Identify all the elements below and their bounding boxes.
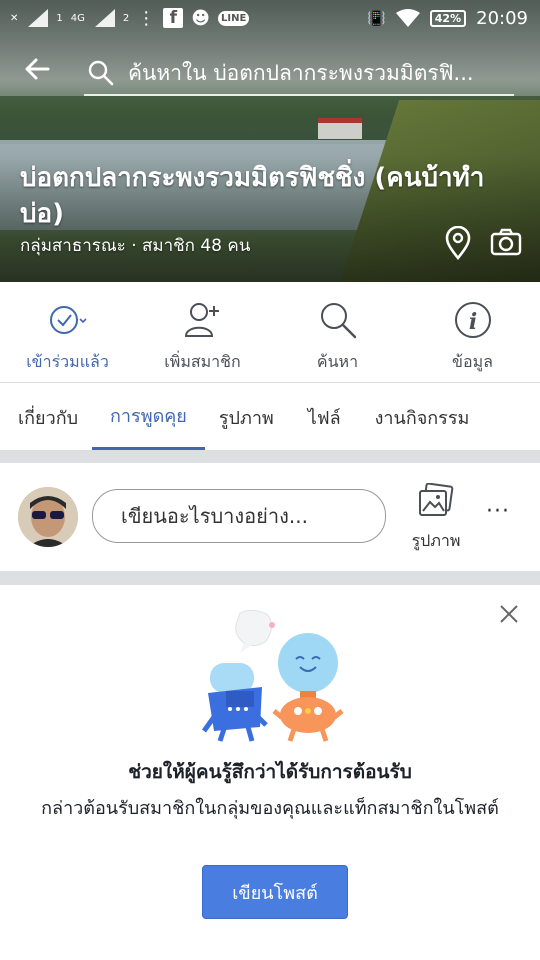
composer-placeholder: เขียนอะไรบางอย่าง... xyxy=(121,504,308,528)
joined-button[interactable]: เข้าร่วมแล้ว xyxy=(0,282,135,382)
avatar[interactable] xyxy=(18,487,78,547)
tab-discussion[interactable]: การพูดคุย xyxy=(92,384,205,450)
info-icon: i xyxy=(454,302,491,338)
search-group-button[interactable]: ค้นหา xyxy=(270,282,405,382)
vibrate-icon: 📳 xyxy=(367,9,386,27)
composer-input[interactable]: เขียนอะไรบางอย่าง... xyxy=(92,489,386,543)
battery-icon: 42% xyxy=(429,9,467,27)
search-icon xyxy=(320,303,356,339)
add-member-label: เพิ่มสมาชิก xyxy=(164,352,241,371)
no-data-icon: ✕ xyxy=(10,12,19,24)
add-member-icon xyxy=(184,303,219,337)
group-action-bar: เข้าร่วมแล้ว เพิ่มสมาชิก ค้นหา i ข้อมูล xyxy=(0,282,540,383)
write-post-button[interactable]: เขียนโพสต์ xyxy=(202,865,348,919)
top-bar: ค้นหาใน บ่อตกปลากระพงรวมมิตรฟิ... xyxy=(0,40,540,104)
location-pin-icon xyxy=(445,225,471,261)
frog-icon: ☻ xyxy=(191,7,211,29)
photo-button[interactable]: รูปภาพ xyxy=(404,482,468,554)
welcome-card-description: กล่าวต้อนรับสมาชิกในกลุ่มของคุณและแท็กสม… xyxy=(41,798,499,819)
info-button[interactable]: i ข้อมูล xyxy=(405,282,540,382)
edit-cover-button[interactable] xyxy=(490,228,522,260)
signal-icon-2 xyxy=(93,9,115,27)
clock: 20:09 xyxy=(476,7,528,29)
back-button[interactable] xyxy=(22,54,62,90)
close-card-button[interactable] xyxy=(498,603,520,629)
photo-icon xyxy=(419,482,454,516)
search-icon xyxy=(88,60,114,86)
photo-label: รูปภาพ xyxy=(411,531,461,550)
status-bar: ✕ 1 4G 2 ⋮ f ☻ LINE 📳 42% 20:09 xyxy=(0,0,540,36)
welcome-card-title: ช่วยให้ผู้คนรู้สึกว่าได้รับการต้อนรับ xyxy=(128,761,412,783)
info-label: ข้อมูล xyxy=(452,352,493,371)
section-divider xyxy=(0,571,540,585)
back-arrow-icon xyxy=(25,58,50,80)
search-input[interactable]: ค้นหาใน บ่อตกปลากระพงรวมมิตรฟิ... xyxy=(128,57,513,90)
add-member-button[interactable]: เพิ่มสมาชิก xyxy=(135,282,270,382)
section-divider xyxy=(0,451,540,463)
camera-icon xyxy=(490,228,522,256)
group-subtitle: กลุ่มสาธารณะ · สมาชิก 48 คน xyxy=(20,236,251,256)
post-composer: เขียนอะไรบางอย่าง... รูปภาพ ··· xyxy=(0,463,540,571)
joined-check-icon xyxy=(49,306,87,334)
network-label: 4G xyxy=(70,12,85,24)
tab-events[interactable]: งานกิจกรรม xyxy=(361,384,484,450)
close-icon xyxy=(500,605,518,623)
welcome-illustration xyxy=(200,607,350,751)
welcome-card: ช่วยให้ผู้คนรู้สึกว่าได้รับการต้อนรับ กล… xyxy=(0,585,540,960)
joined-label: เข้าร่วมแล้ว xyxy=(26,352,109,371)
group-title: บ่อตกปลากระพงรวมมิตรฟิชชิ่ง (คนบ้าทำบ่อ) xyxy=(20,163,485,229)
wifi-icon xyxy=(395,9,420,27)
line-app-icon: LINE xyxy=(218,10,250,26)
tab-about[interactable]: เกี่ยวกับ xyxy=(0,384,92,450)
tab-photos[interactable]: รูปภาพ xyxy=(205,384,288,450)
signal-icon xyxy=(26,9,49,27)
facebook-icon: f xyxy=(163,8,184,28)
mascots-icon xyxy=(201,609,344,742)
location-button[interactable] xyxy=(444,225,472,264)
more-options-button[interactable]: ··· xyxy=(486,499,510,524)
overflow-dots-icon: ⋮ xyxy=(137,7,156,29)
sim2-label: 2 xyxy=(122,12,130,24)
avatar-image xyxy=(18,487,78,547)
sim1-label: 1 xyxy=(56,12,63,24)
tab-files[interactable]: ไฟล์ xyxy=(288,384,361,450)
svg-text:i: i xyxy=(468,309,476,335)
search-label: ค้นหา xyxy=(316,352,359,371)
group-search-bar[interactable]: ค้นหาใน บ่อตกปลากระพงรวมมิตรฟิ... xyxy=(84,52,514,96)
group-tabs: เกี่ยวกับ การพูดคุย รูปภาพ ไฟล์ งานกิจกร… xyxy=(0,384,540,451)
